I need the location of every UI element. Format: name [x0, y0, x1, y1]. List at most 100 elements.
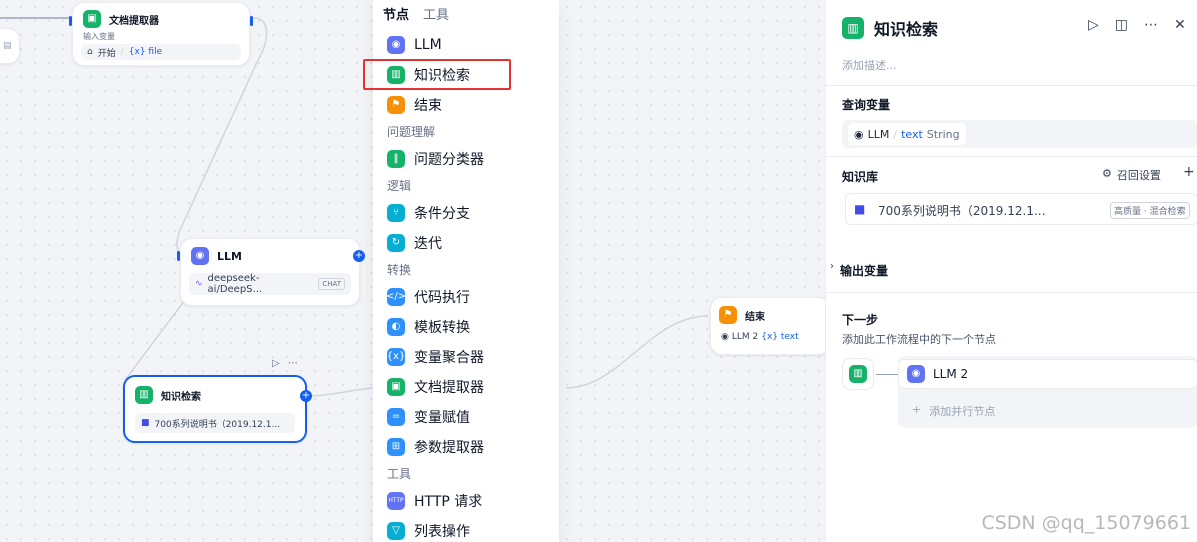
category-understanding: 问题理解	[387, 125, 436, 139]
kb-item-name: 700系列说明书（2019.12.1...	[878, 204, 1046, 218]
home-icon: ⌂	[87, 47, 93, 57]
tab-nodes[interactable]: 节点	[383, 4, 409, 30]
brain-icon: ◉	[387, 36, 405, 54]
more-icon[interactable]: ⋯	[288, 358, 298, 369]
next-node-item[interactable]: ◉ LLM 2	[898, 359, 1197, 389]
brain-icon: ◉	[907, 365, 925, 383]
query-variable-tag: ◉ LLM / text String	[848, 123, 966, 145]
knowledge-dataset-name: 700系列说明书（2019.12.1...	[154, 419, 281, 430]
panel-actions: ▷ ◫ ⋯ ✕	[1088, 17, 1186, 33]
highlight-annotation	[363, 59, 511, 90]
brain-icon: ◉	[721, 332, 729, 342]
assign-icon: =	[387, 408, 405, 426]
menu-item-template[interactable]: ◐ 模板转换	[373, 312, 559, 342]
menu-item-doc-extractor[interactable]: ▣ 文档提取器	[373, 372, 559, 402]
menu-item-end[interactable]: ⚑ 结束	[373, 90, 559, 120]
knowledge-base-item[interactable]: ■ 700系列说明书（2019.12.1... 高质量 · 混合检索	[845, 193, 1197, 225]
menu-item-code[interactable]: </> 代码执行	[373, 282, 559, 312]
menu-item-label: 变量聚合器	[414, 350, 484, 366]
add-next-node-button[interactable]: +	[353, 250, 365, 262]
end-node-title: 结束	[745, 311, 765, 323]
add-next-node-button[interactable]: +	[300, 390, 312, 402]
menu-item-http[interactable]: HTTP HTTP 请求	[373, 486, 559, 516]
output-port[interactable]	[250, 16, 253, 26]
add-icon[interactable]: +	[1183, 164, 1195, 180]
category-tools: 工具	[387, 467, 412, 481]
category-logic: 逻辑	[387, 179, 412, 193]
classifier-icon: ‖	[387, 150, 405, 168]
plus-icon: +	[912, 403, 922, 416]
brain-icon: ◉	[191, 247, 209, 265]
menu-item-if-else[interactable]: ⑂ 条件分支	[373, 198, 559, 228]
llm-model-name: deepseek-ai/DeepS...	[207, 273, 263, 295]
end-var: {x} text	[761, 332, 799, 342]
menu-item-label: 结束	[414, 98, 442, 114]
end-source: LLM 2	[731, 332, 759, 342]
end-node[interactable]: ⚑ 结束 ◉ LLM 2 {x} text	[710, 297, 830, 355]
input-port[interactable]	[177, 251, 180, 261]
query-variable-label: 查询变量	[842, 98, 891, 112]
recall-settings-label: 召回设置	[1116, 169, 1161, 182]
model-provider-icon: ∿	[195, 279, 203, 289]
recall-settings-button[interactable]: ⚙ 召回设置	[1102, 167, 1161, 183]
menu-item-variable-assigner[interactable]: = 变量赋值	[373, 402, 559, 432]
panel-title: 知识检索	[874, 20, 939, 39]
filter-icon: ▽	[387, 522, 405, 540]
param-icon: ⊞	[387, 438, 405, 456]
node-config-panel: ▥ 知识检索 ▷ ◫ ⋯ ✕ 添加描述... 查询变量 ◉ LLM / text…	[825, 0, 1197, 542]
folder-icon: ■	[854, 202, 866, 216]
knowledge-base-label: 知识库	[842, 170, 879, 184]
knowledge-retrieval-node[interactable]: ▥ 知识检索 ■ 700系列说明书（2019.12.1... +	[123, 375, 312, 443]
branch-icon: ⑂	[387, 204, 405, 222]
input-port[interactable]	[69, 16, 72, 26]
menu-item-question-classifier[interactable]: ‖ 问题分类器	[373, 144, 559, 174]
llm-node[interactable]: ◉ LLM ∿ deepseek-ai/DeepS... CHAT +	[177, 238, 365, 306]
doc-icon: ▣	[387, 378, 405, 396]
menu-item-label: 问题分类器	[414, 152, 484, 168]
code-icon: </>	[386, 288, 406, 306]
next-step-label: 下一步	[842, 313, 879, 327]
more-icon[interactable]: ⋯	[1144, 17, 1158, 33]
menu-item-label: 代码执行	[414, 290, 470, 306]
book-icon: ▥	[849, 365, 867, 383]
query-var: text	[901, 127, 923, 141]
chat-badge: CHAT	[318, 278, 345, 290]
llm-model-pill: ∿ deepseek-ai/DeepS... CHAT	[189, 273, 351, 295]
kb-item-tag: 高质量 · 混合检索	[1110, 202, 1190, 219]
menu-item-parameter-extractor[interactable]: ⊞ 参数提取器	[373, 432, 559, 462]
tab-tools[interactable]: 工具	[423, 4, 449, 30]
menu-item-label: 模板转换	[414, 320, 470, 336]
add-parallel-node-button[interactable]: + 添加并行节点	[912, 403, 995, 419]
end-node-output: ◉ LLM 2 {x} text	[711, 332, 829, 342]
add-parallel-label: 添加并行节点	[929, 405, 996, 418]
loop-icon: ↻	[387, 234, 405, 252]
knowledge-dataset-pill: ■ 700系列说明书（2019.12.1...	[135, 413, 295, 433]
menu-item-list-operator[interactable]: ▽ 列表操作	[373, 516, 559, 542]
flag-icon: ⚑	[387, 96, 405, 114]
book-icon: ▥	[135, 386, 153, 404]
output-variables-label[interactable]: 输出变量	[840, 262, 888, 279]
menu-item-label: 文档提取器	[414, 380, 484, 396]
run-icon[interactable]: ▷	[272, 358, 280, 369]
menu-item-llm[interactable]: ◉ LLM	[373, 30, 559, 60]
next-step-description: 添加此工作流程中的下一个节点	[842, 333, 996, 346]
menu-item-label: LLM	[414, 37, 442, 53]
close-icon[interactable]: ✕	[1174, 17, 1186, 33]
next-nodes-container: ◉ LLM 2 + 添加并行节点	[898, 356, 1197, 428]
chevron-right-icon[interactable]: ›	[830, 261, 834, 272]
brain-icon: ◉	[854, 127, 864, 141]
description-input[interactable]: 添加描述...	[842, 57, 897, 73]
flag-icon: ⚑	[719, 306, 737, 324]
partial-node[interactable]: ▤	[0, 28, 20, 64]
http-icon: HTTP	[387, 492, 405, 510]
menu-item-label: 迭代	[414, 236, 442, 252]
menu-item-variable-aggregator[interactable]: {x} 变量聚合器	[373, 342, 559, 372]
menu-item-iteration[interactable]: ↻ 迭代	[373, 228, 559, 258]
doc-extractor-title: 文档提取器	[109, 15, 159, 27]
layout-icon[interactable]: ◫	[1115, 17, 1128, 33]
query-variable-field[interactable]: ◉ LLM / text String	[842, 120, 1197, 148]
run-icon[interactable]: ▷	[1088, 17, 1099, 33]
doc-extractor-node[interactable]: ▣ 文档提取器 输入变量 ⌂ 开始 / {x} file	[69, 2, 253, 66]
knowledge-node-title: 知识检索	[161, 391, 201, 403]
next-step-connector	[876, 374, 898, 375]
